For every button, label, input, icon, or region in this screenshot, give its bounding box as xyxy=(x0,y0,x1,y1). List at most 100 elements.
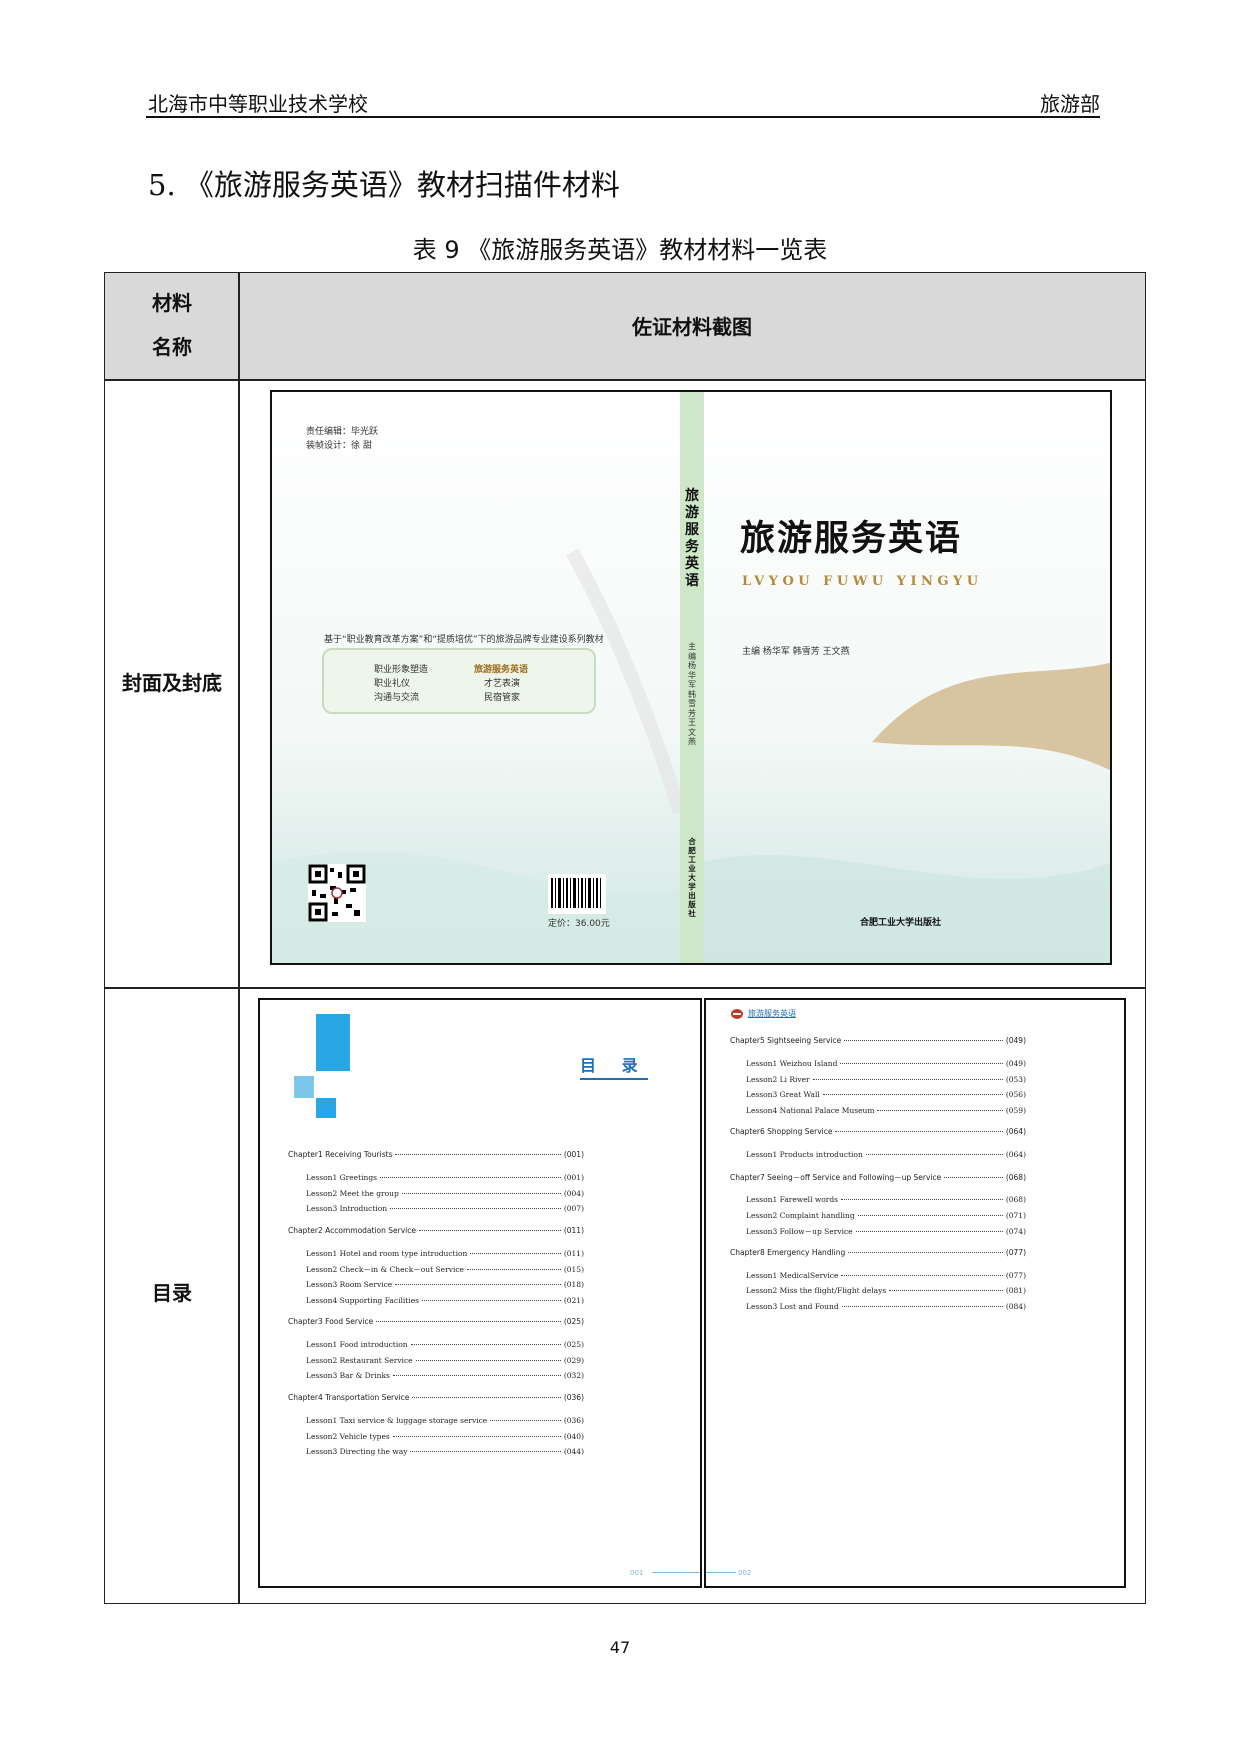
toc-entry-page: (068) xyxy=(1005,1173,1026,1182)
toc-right-page-number: 002 xyxy=(738,1569,752,1577)
toc-lesson-entry: Lesson2 Check－in & Check－out Service (015… xyxy=(306,1264,584,1275)
toc-lesson-entry: Lesson1 MedicalService (077) xyxy=(746,1271,1026,1280)
toc-leader-dots xyxy=(841,1274,1003,1276)
toc-entry-text: Lesson3 Great Wall xyxy=(746,1090,820,1100)
section-heading: 5. 《旅游服务英语》教材扫描件材料 xyxy=(148,168,620,202)
header-col1-line2: 名称 xyxy=(152,335,192,359)
price: 定价：36.00元 xyxy=(548,919,610,929)
header-col1-line1: 材料 xyxy=(152,291,192,315)
toc-entry-text: Chapter3 Food Service xyxy=(288,1317,374,1327)
header-rule xyxy=(146,116,1100,118)
toc-entry-page: (007) xyxy=(563,1204,584,1214)
toc-leader-dots xyxy=(410,1451,561,1453)
toc-entry-page: (011) xyxy=(563,1248,584,1258)
toc-leader-dots xyxy=(415,1359,561,1361)
toc-lesson-entry: Lesson2 Complaint handling (071) xyxy=(746,1211,1026,1220)
page-rule xyxy=(652,1572,700,1573)
toc-entry-page: (025) xyxy=(563,1340,584,1350)
barcode-icon xyxy=(548,874,606,914)
toc-entry-page: (071) xyxy=(1005,1210,1026,1220)
toc-leader-dots xyxy=(419,1229,561,1231)
toc-lesson-entry: Lesson3 Follow－up Service (074) xyxy=(746,1226,1026,1237)
toc-entry-text: Lesson2 Restaurant Service xyxy=(306,1355,413,1365)
toc-entry-page: (044) xyxy=(563,1447,584,1457)
toc-lesson-entry: Lesson4 Supporting Facilities (021) xyxy=(306,1296,584,1305)
header-department: 旅游部 xyxy=(1040,92,1100,116)
series-item: 职业形象塑造 xyxy=(374,665,429,675)
toc-entry-page: (032) xyxy=(563,1371,584,1381)
series-item-current: 旅游服务英语 xyxy=(474,665,529,675)
toc-entry-page: (001) xyxy=(563,1150,584,1159)
toc-lesson-entry: Lesson3 Directing the way (044) xyxy=(306,1447,584,1456)
cover-scan: 责任编辑：毕光跃 装帧设计：徐 甜 基于“职业教育改革方案”和“提质培优”下的旅… xyxy=(270,390,1112,965)
toc-leader-dots xyxy=(379,1177,561,1178)
toc-leader-dots xyxy=(877,1109,1003,1111)
toc-lesson-entry: Lesson1 Greetings (001) xyxy=(306,1173,584,1182)
toc-entry-text: Lesson3 Follow－up Service xyxy=(746,1227,853,1237)
toc-lesson-entry: Lesson1 Food introduction (025) xyxy=(306,1340,584,1349)
toc-leader-dots xyxy=(835,1131,1003,1133)
toc-leader-dots xyxy=(392,1375,561,1377)
header-col2: 佐证材料截图 xyxy=(632,315,752,339)
toc-chapter-entry: Chapter6 Shopping Service (064) xyxy=(730,1127,1026,1136)
toc-leader-dots xyxy=(857,1214,1003,1216)
front-editors: 主编 杨华军 韩雪芳 王文燕 xyxy=(742,647,850,657)
toc-lesson-entry: Lesson2 Vehicle types (040) xyxy=(306,1432,584,1441)
toc-leader-dots xyxy=(840,1063,1003,1064)
toc-entry-text: Chapter6 Shopping Service xyxy=(730,1127,833,1137)
toc-entry-text: Chapter7 Seeing－off Service and Followin… xyxy=(730,1173,942,1182)
toc-entry-page: (084) xyxy=(1005,1302,1026,1311)
toc-lesson-entry: Lesson1 Weizhou Island (049) xyxy=(746,1059,1026,1068)
toc-leader-dots xyxy=(410,1344,561,1346)
series-banner: 基于“职业教育改革方案”和“提质培优”下的旅游品牌专业建设系列教材 xyxy=(324,635,604,645)
toc-lesson-entry: Lesson3 Introduction (007) xyxy=(306,1204,584,1213)
toc-title: 目 录 xyxy=(580,1052,648,1080)
toc-entry-page: (059) xyxy=(1005,1105,1026,1115)
toc-entry-text: Lesson2 Complaint handling xyxy=(746,1210,855,1220)
toc-leader-dots xyxy=(848,1251,1003,1253)
toc-entry-text: Lesson3 Introduction xyxy=(306,1204,388,1214)
toc-entry-text: Lesson1 Taxi service & luggage storage s… xyxy=(306,1416,488,1425)
row-name-toc: 目录 xyxy=(152,1281,192,1305)
header-school: 北海市中等职业技术学校 xyxy=(148,92,368,116)
row-divider xyxy=(105,379,1145,381)
toc-lesson-entry: Lesson3 Lost and Found (084) xyxy=(746,1302,1026,1311)
toc-entry-text: Lesson2 Li River xyxy=(746,1074,810,1084)
toc-entry-text: Lesson2 Miss the flight/Flight delays xyxy=(746,1286,887,1296)
toc-entry-text: Lesson1 Food introduction xyxy=(306,1340,408,1350)
toc-entry-page: (001) xyxy=(563,1173,584,1182)
toc-lesson-entry: Lesson3 Room Service (018) xyxy=(306,1280,584,1289)
toc-leader-dots xyxy=(392,1435,561,1437)
toc-lesson-entry: Lesson1 Taxi service & luggage storage s… xyxy=(306,1416,584,1425)
toc-leader-dots xyxy=(470,1252,561,1254)
right-page-header: 旅游服务英语 xyxy=(748,1009,796,1018)
toc-lesson-entry: Lesson1 Hotel and room type introduction… xyxy=(306,1249,584,1258)
toc-chapter-entry: Chapter5 Sightseeing Service (049) xyxy=(730,1036,1026,1045)
toc-lesson-entry: Lesson3 Great Wall (056) xyxy=(746,1090,1026,1099)
toc-entry-page: (081) xyxy=(1005,1286,1026,1296)
toc-lesson-entry: Lesson1 Products introduction (064) xyxy=(746,1150,1026,1159)
toc-leader-dots xyxy=(822,1094,1003,1096)
toc-lesson-entry: Lesson2 Restaurant Service (029) xyxy=(306,1356,584,1365)
toc-entry-page: (025) xyxy=(563,1317,584,1327)
logo-icon xyxy=(731,1009,743,1019)
toc-left-page-number: 001 xyxy=(630,1569,644,1577)
toc-entry-page: (049) xyxy=(1005,1036,1026,1045)
toc-entry-page: (074) xyxy=(1005,1227,1026,1237)
decor-block xyxy=(316,1098,336,1118)
toc-entry-page: (004) xyxy=(563,1188,584,1198)
toc-entry-text: Chapter4 Transportation Service xyxy=(288,1393,410,1402)
front-title: 旅游服务英语 xyxy=(740,518,963,559)
toc-leader-dots xyxy=(844,1040,1003,1041)
front-publisher: 合肥工业大学出版社 xyxy=(860,918,942,928)
toc-entry-page: (053) xyxy=(1005,1074,1026,1084)
toc-chapter-entry: Chapter1 Receiving Tourists (001) xyxy=(288,1150,584,1159)
toc-entry-text: Chapter8 Emergency Handling xyxy=(730,1247,846,1257)
page-rule xyxy=(706,1572,736,1573)
toc-leader-dots xyxy=(490,1420,561,1421)
toc-entry-page: (064) xyxy=(1005,1127,1026,1137)
toc-leader-dots xyxy=(395,1284,561,1285)
toc-leader-dots xyxy=(376,1321,561,1323)
toc-entry-text: Lesson1 Products introduction xyxy=(746,1150,863,1160)
toc-entry-page: (011) xyxy=(563,1225,584,1235)
